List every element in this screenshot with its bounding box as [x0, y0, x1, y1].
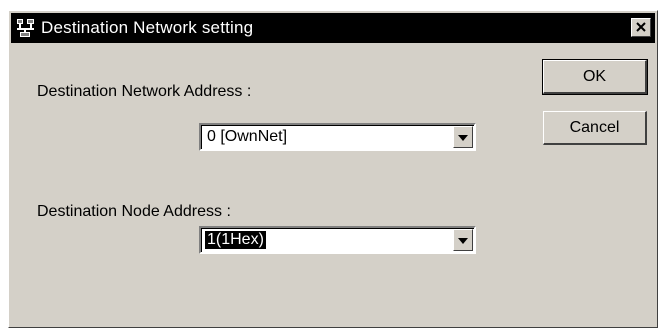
- network-dropdown-button[interactable]: [453, 126, 473, 148]
- cancel-button[interactable]: Cancel: [543, 111, 647, 145]
- close-button[interactable]: [631, 18, 651, 37]
- chevron-down-icon: [458, 128, 468, 146]
- network-address-value: 0 [OwnNet]: [207, 128, 288, 145]
- network-address-select[interactable]: 0 [OwnNet]: [199, 123, 476, 151]
- title-bar[interactable]: Destination Network setting: [11, 13, 655, 43]
- chevron-down-icon: [458, 231, 468, 249]
- close-icon: [636, 20, 646, 35]
- node-dropdown-button[interactable]: [453, 229, 473, 251]
- node-address-value: 1(1Hex): [204, 230, 267, 250]
- destination-network-dialog: Destination Network setting Destination …: [8, 10, 658, 328]
- node-address-label: Destination Node Address :: [37, 203, 231, 220]
- node-address-select[interactable]: 1(1Hex): [199, 226, 476, 254]
- dialog-title: Destination Network setting: [41, 18, 254, 37]
- ok-button[interactable]: OK: [542, 59, 648, 95]
- network-address-label: Destination Network Address :: [37, 83, 252, 100]
- network-icon: [15, 17, 37, 39]
